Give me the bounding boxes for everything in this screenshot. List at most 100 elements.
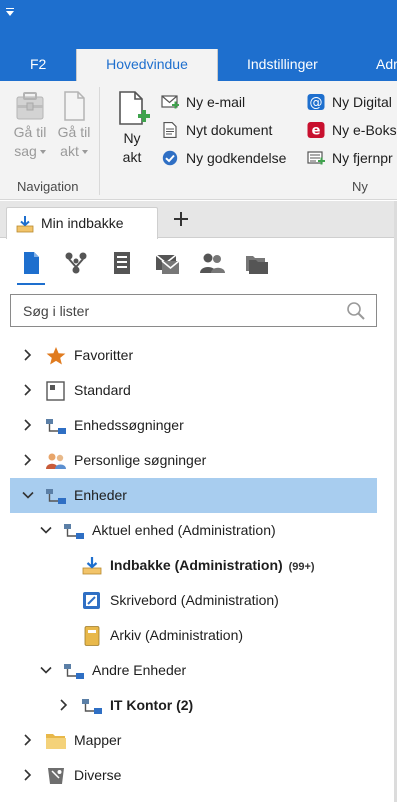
quick-access-dropdown-icon[interactable] [3, 8, 17, 20]
add-tab-icon[interactable] [170, 207, 192, 231]
chevron-right-icon[interactable] [22, 734, 34, 746]
list-document-icon[interactable] [108, 249, 136, 277]
tab-f2[interactable]: F2 [30, 47, 46, 81]
goto-act-label-1: Gå til [57, 124, 91, 140]
new-act-label-1: Ny [123, 130, 141, 146]
tree-item-unit-searches[interactable]: Enhedssøgninger [10, 408, 377, 443]
tree-item-label: Aktuel enhed (Administration) [92, 522, 276, 538]
unit-network-icon [46, 489, 66, 504]
new-digital-label: Ny Digital [332, 94, 392, 110]
tree-item-current-unit[interactable]: Aktuel enhed (Administration) [10, 513, 377, 548]
tab-main-window[interactable]: Hovedvindue [76, 49, 218, 81]
tree-item-label: Andre Enheder [92, 662, 187, 678]
search-input[interactable] [11, 295, 341, 326]
tree-item-label: Diverse [74, 767, 122, 783]
inbox-tray-icon [82, 557, 102, 575]
inbox-tray-icon [16, 216, 34, 233]
tree-item-inbox[interactable]: Indbakke (Administration) (99+) [10, 548, 377, 583]
case-folder-icon [16, 92, 44, 120]
tree-item-label: Favoritter [74, 347, 134, 363]
tree-item-label: Personlige søgninger [74, 452, 207, 468]
new-act-button[interactable]: Ny akt [110, 89, 154, 167]
tree-item-label: Mapper [74, 732, 122, 748]
chevron-right-icon[interactable] [58, 699, 70, 711]
unit-network-icon [82, 699, 102, 714]
tab-my-inbox[interactable]: Min indbakke [6, 207, 158, 239]
chevron-right-icon[interactable] [22, 349, 34, 361]
document-lines-icon [163, 122, 177, 138]
people-icon [46, 453, 66, 469]
standard-list-icon [46, 381, 65, 401]
tree-item-folders[interactable]: Mapper [10, 723, 377, 758]
tree-item-misc[interactable]: Diverse [10, 758, 377, 793]
remote-print-icon [307, 151, 325, 165]
new-document-plus-icon [119, 91, 150, 125]
users-icon[interactable] [198, 249, 226, 277]
new-approval-label: Ny godkendelse [186, 150, 287, 166]
chevron-right-icon[interactable] [22, 419, 34, 431]
tree-item-label: Skrivebord (Administration) [110, 592, 279, 608]
chevron-down-icon[interactable] [40, 664, 52, 676]
mail-stack-icon[interactable] [153, 249, 181, 277]
new-group-label: Ny [352, 179, 368, 194]
tree-item-label: IT Kontor (2) [110, 697, 194, 713]
star-icon [46, 347, 66, 365]
tree-item-other-units[interactable]: Andre Enheder [10, 653, 377, 688]
tree-item-favorites[interactable]: Favoritter [10, 338, 377, 373]
new-remote-print-label: Ny fjernpr [332, 150, 393, 166]
eboks-icon: e [307, 122, 325, 138]
tree-item-desk[interactable]: Skrivebord (Administration) [10, 583, 377, 618]
navigation-group-label: Navigation [17, 179, 79, 194]
new-eboks-label: Ny e-Boks [332, 122, 397, 138]
svg-text:@: @ [310, 96, 323, 111]
unit-network-icon [64, 664, 84, 679]
approval-check-icon [162, 150, 178, 166]
chevron-down-icon[interactable] [40, 524, 52, 536]
tree-item-label: Enheder [74, 487, 127, 503]
tree-item-personal-searches[interactable]: Personlige søgninger [10, 443, 377, 478]
tree-item-archive[interactable]: Arkiv (Administration) [10, 618, 377, 653]
email-plus-icon [161, 95, 179, 109]
ribbon: Gå til sag Gå til akt Navigation Ny akt … [0, 81, 397, 200]
unread-count-badge: (99+) [288, 561, 315, 573]
tree-item-label: Indbakke (Administration) [110, 557, 283, 573]
tree-item-units[interactable]: Enheder [10, 478, 377, 513]
unit-network-icon [46, 419, 66, 434]
chevron-down-icon[interactable] [22, 489, 34, 501]
document-tab-bar: Min indbakke [0, 201, 397, 239]
list-type-toolbar [0, 239, 397, 289]
goto-case-label-1: Gå til [13, 124, 47, 140]
desk-icon [83, 592, 100, 609]
unit-network-icon [64, 524, 84, 539]
new-document-label: Nyt dokument [186, 122, 273, 138]
chevron-right-icon[interactable] [22, 384, 34, 396]
tree-item-standard[interactable]: Standard [10, 373, 377, 408]
chevron-right-icon[interactable] [22, 454, 34, 466]
chevron-down-icon [81, 150, 88, 155]
misc-tools-icon [48, 768, 64, 784]
document-icon[interactable] [17, 249, 45, 277]
new-act-label-2: akt [122, 149, 142, 165]
document-icon [64, 91, 85, 121]
tab-settings[interactable]: Indstillinger [247, 47, 318, 81]
folders-icon[interactable] [243, 249, 271, 277]
chevron-down-icon [39, 150, 46, 155]
goto-act-button[interactable]: Gå til akt [54, 89, 94, 161]
tree-item-it-office[interactable]: IT Kontor (2) [10, 688, 377, 723]
active-toolbar-indicator [17, 283, 45, 285]
ribbon-tab-bar: F2 Hovedvindue Indstillinger Adr [0, 47, 397, 81]
hierarchy-icon[interactable] [62, 249, 90, 277]
chevron-right-icon[interactable] [22, 769, 34, 781]
title-bar [0, 0, 397, 47]
goto-case-label-2: sag [14, 143, 37, 159]
at-sign-icon: @ [307, 94, 325, 110]
search-icon[interactable] [346, 301, 366, 321]
tree-item-label: Arkiv (Administration) [110, 627, 244, 643]
svg-text:e: e [312, 124, 321, 139]
tab-address-partial[interactable]: Adr [376, 47, 397, 81]
goto-act-label-2: akt [60, 143, 79, 159]
archive-icon [84, 626, 100, 646]
goto-case-button[interactable]: Gå til sag [7, 89, 53, 161]
tab-my-inbox-label: Min indbakke [41, 215, 124, 231]
list-search-box[interactable] [10, 294, 377, 327]
